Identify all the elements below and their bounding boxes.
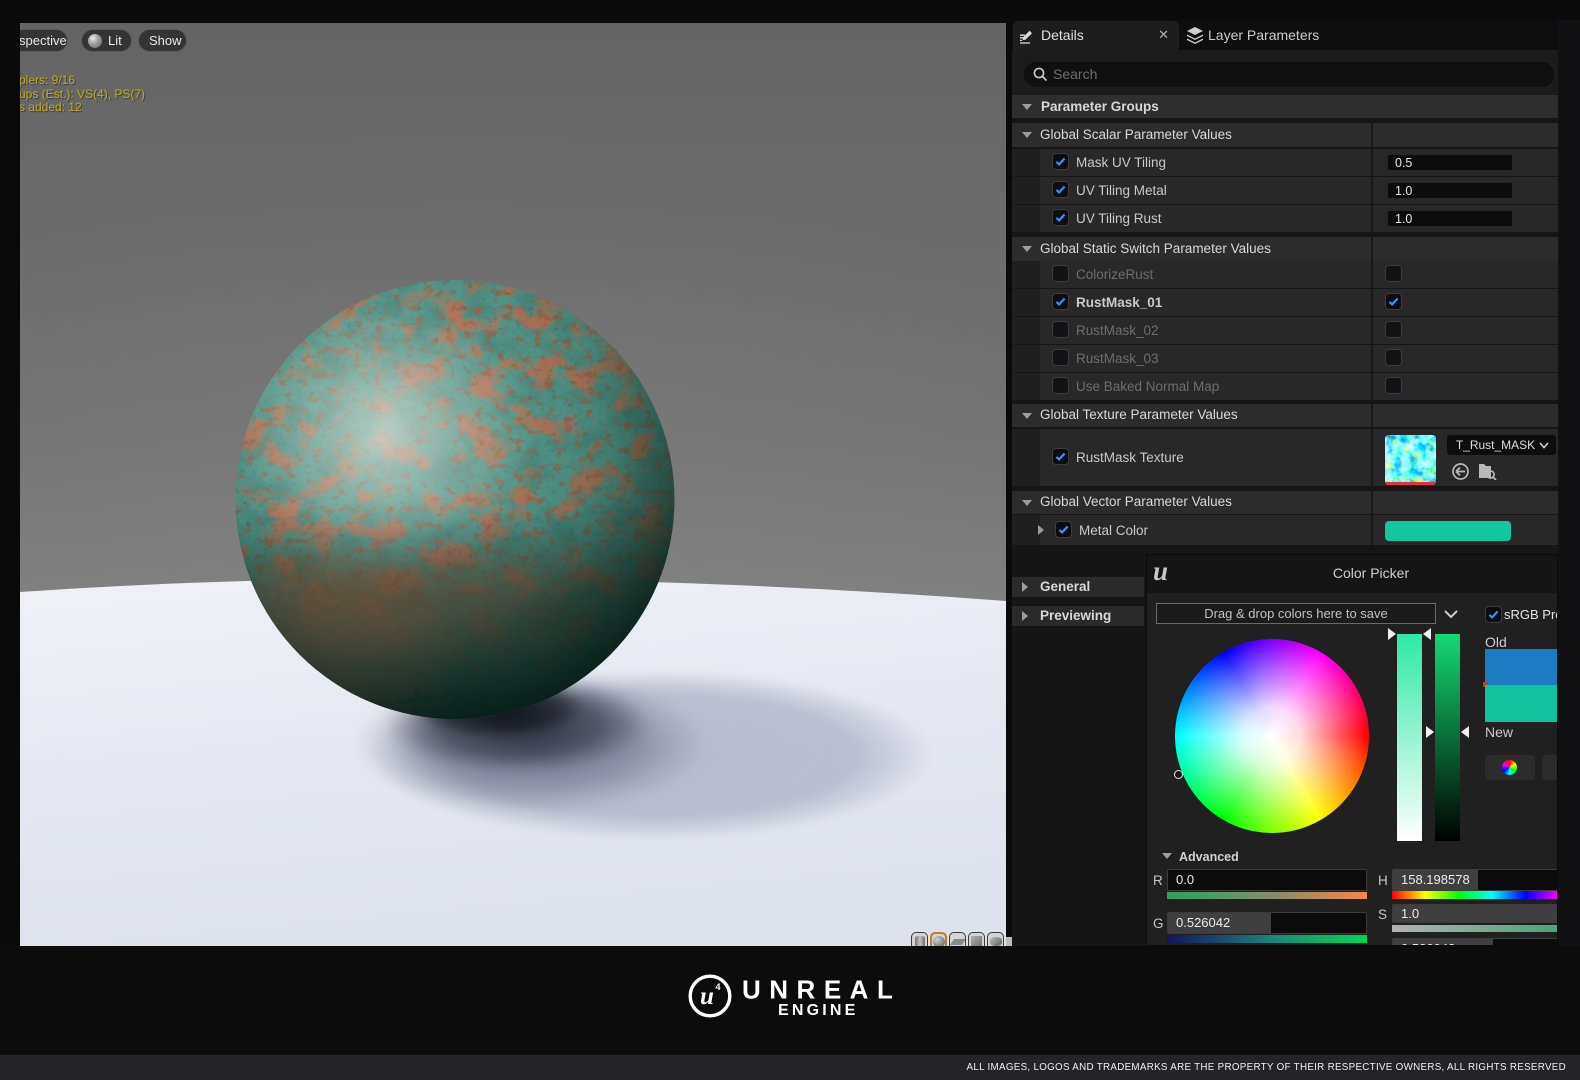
svg-text:u: u (700, 983, 714, 1010)
svg-text:4: 4 (716, 982, 721, 992)
svg-text:UNREAL: UNREAL (742, 975, 898, 1005)
svg-text:ENGINE: ENGINE (778, 1002, 859, 1019)
